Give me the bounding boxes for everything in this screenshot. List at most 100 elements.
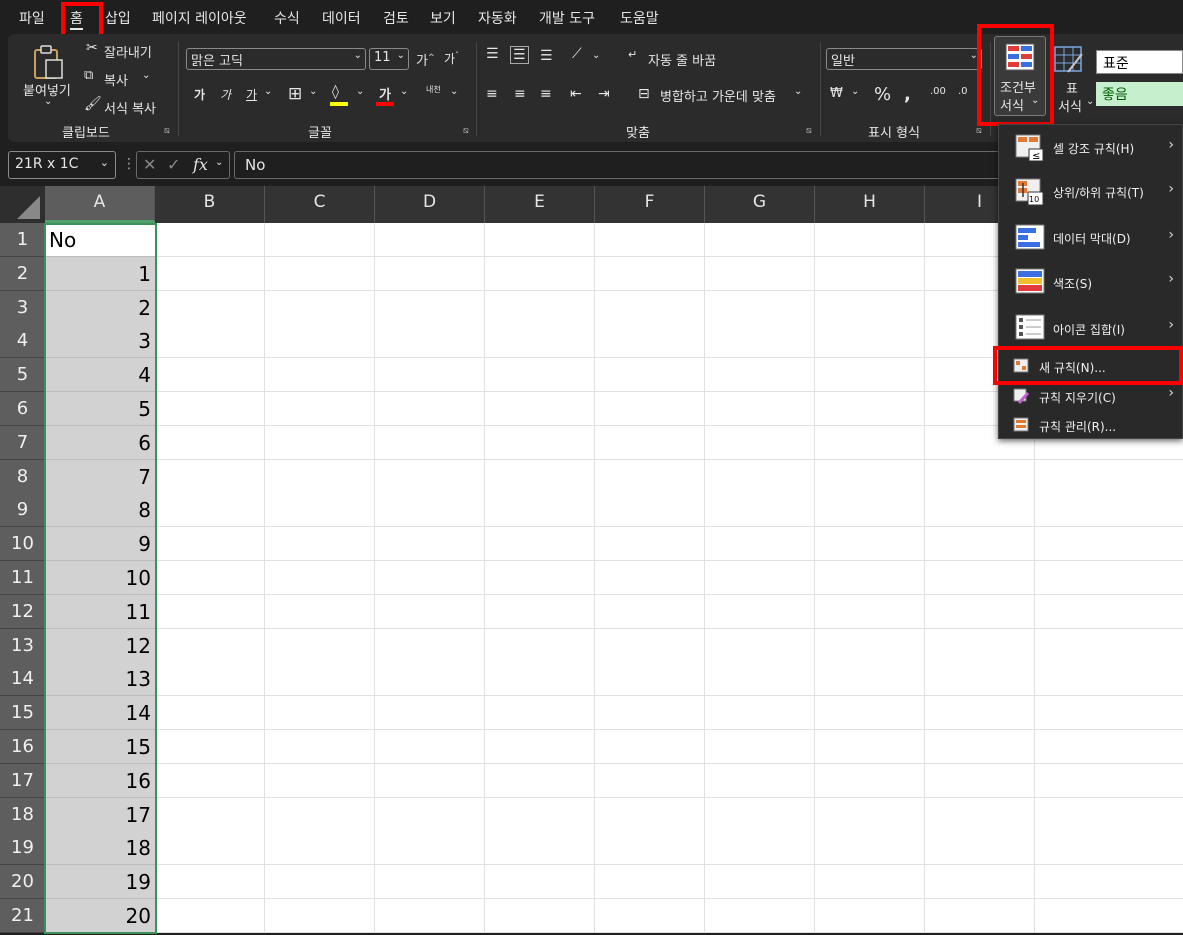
increase-font-button[interactable]: 가^ (416, 50, 435, 69)
cell-a[interactable]: 18 (45, 831, 155, 866)
empty-cells[interactable] (155, 594, 1183, 629)
percent-icon[interactable]: % (874, 84, 891, 105)
copy-button[interactable]: 복사 (104, 70, 128, 89)
empty-cells[interactable] (155, 527, 1183, 562)
row-header[interactable]: 6 (0, 392, 45, 426)
tab-review[interactable]: 검토 (383, 8, 409, 28)
row-header[interactable]: 13 (0, 628, 45, 663)
empty-cells[interactable] (155, 899, 1183, 933)
column-header-d[interactable]: D (375, 186, 485, 223)
column-header-e[interactable]: E (485, 186, 595, 223)
empty-cells[interactable] (155, 730, 1183, 764)
tab-help[interactable]: 도움말 (620, 8, 659, 28)
fill-color-button[interactable]: ◊ (330, 84, 350, 106)
column-header-f[interactable]: F (595, 186, 705, 223)
cell-a[interactable]: 8 (45, 493, 155, 528)
row-header[interactable]: 14 (0, 662, 45, 697)
cell-a[interactable]: 2 (45, 290, 155, 325)
style-normal[interactable]: 표준 (1096, 50, 1183, 74)
row-header[interactable]: 1 (0, 223, 45, 257)
dialog-launcher-icon[interactable]: ⧅ (976, 126, 982, 136)
menu-item-icon-sets[interactable]: 아이콘 집합(I) › (999, 307, 1183, 349)
increase-indent-icon[interactable]: ⇥ (598, 86, 610, 102)
row-header[interactable]: 16 (0, 730, 45, 764)
merge-center-button[interactable]: 병합하고 가운데 맞춤 (660, 86, 776, 105)
menu-item-clear-rules[interactable]: 규칙 지우기(C) › (999, 383, 1183, 409)
row-header[interactable]: 17 (0, 763, 45, 798)
empty-cells[interactable] (155, 865, 1183, 900)
row-header[interactable]: 19 (0, 831, 45, 866)
format-as-table-button[interactable]: 표 서식 ⌄ (1048, 42, 1094, 116)
format-painter-button[interactable]: 서식 복사 (104, 98, 156, 117)
select-all-button[interactable] (0, 186, 45, 223)
row-header[interactable]: 9 (0, 493, 45, 528)
style-good[interactable]: 좋음 (1096, 82, 1183, 106)
tab-insert[interactable]: 삽입 (105, 8, 131, 28)
empty-cells[interactable] (155, 763, 1183, 798)
enter-icon[interactable]: ✓ (167, 155, 180, 174)
menu-item-color-scales[interactable]: 색조(S) › (999, 261, 1183, 303)
empty-cells[interactable] (155, 493, 1183, 528)
phonetic-button[interactable]: 내천 (426, 84, 441, 95)
column-header-h[interactable]: H (815, 186, 925, 223)
accounting-format-icon[interactable]: ₩ (830, 86, 843, 101)
cell-a[interactable]: 19 (45, 865, 155, 900)
orientation-icon[interactable]: ⟋ (572, 46, 582, 62)
cell-a[interactable]: 6 (45, 425, 155, 460)
cell-a[interactable]: 7 (45, 459, 155, 494)
column-header-c[interactable]: C (265, 186, 375, 223)
cell-a[interactable]: 15 (45, 730, 155, 764)
dialog-launcher-icon[interactable]: ⧅ (164, 126, 170, 136)
insert-function-button[interactable]: fx (193, 155, 208, 174)
align-bottom-icon[interactable]: ☰ (540, 48, 553, 64)
tab-data[interactable]: 데이터 (322, 8, 361, 28)
font-color-button[interactable]: 가 (376, 84, 396, 106)
name-box[interactable]: 21R x 1C ⌄ (8, 151, 116, 179)
cell-a[interactable]: 4 (45, 358, 155, 393)
menu-item-top-bottom-rules[interactable]: 10 상위/하위 규칙(T) › (999, 171, 1183, 213)
row-header[interactable]: 4 (0, 324, 45, 359)
row-header[interactable]: 21 (0, 899, 45, 933)
align-middle-icon[interactable]: ☰ (510, 46, 529, 64)
row-header[interactable]: 15 (0, 696, 45, 731)
empty-cells[interactable] (155, 628, 1183, 663)
comma-style-icon[interactable]: , (904, 84, 911, 105)
conditional-formatting-button[interactable]: 조건부 서식 ⌄ (994, 36, 1046, 116)
tab-automate[interactable]: 자동화 (478, 8, 517, 28)
font-name-select[interactable]: 맑은 고딕 ⌄ (186, 48, 366, 70)
tab-developer[interactable]: 개발 도구 (539, 8, 595, 28)
empty-cells[interactable] (155, 561, 1183, 595)
cell-a[interactable]: 17 (45, 797, 155, 832)
row-header[interactable]: 10 (0, 527, 45, 562)
dialog-launcher-icon[interactable]: ⧅ (463, 126, 469, 136)
underline-button[interactable]: 가 (246, 86, 257, 103)
cell-a[interactable]: 14 (45, 696, 155, 731)
row-header[interactable]: 8 (0, 459, 45, 494)
decrease-decimal-icon[interactable]: .0 (958, 86, 968, 97)
row-header[interactable]: 7 (0, 425, 45, 460)
empty-cells[interactable] (155, 831, 1183, 866)
cell-a[interactable]: No (45, 223, 155, 257)
increase-decimal-icon[interactable]: .00 (930, 86, 946, 97)
tab-page-layout[interactable]: 페이지 레이아웃 (152, 8, 247, 28)
wrap-text-button[interactable]: 자동 줄 바꿈 (648, 50, 716, 69)
menu-item-highlight-rules[interactable]: ≤ 셀 강조 규칙(H) › (999, 127, 1183, 169)
row-header[interactable]: 2 (0, 256, 45, 291)
number-format-select[interactable]: 일반 ⌄ (826, 48, 982, 70)
cell-a[interactable]: 9 (45, 527, 155, 562)
cell-a[interactable]: 12 (45, 628, 155, 663)
decrease-font-button[interactable]: 가ˇ (444, 50, 459, 67)
empty-cells[interactable] (155, 662, 1183, 697)
align-center-icon[interactable]: ≡ (514, 86, 526, 102)
menu-item-manage-rules[interactable]: 규칙 관리(R)... (999, 412, 1183, 438)
cell-a[interactable]: 5 (45, 392, 155, 426)
cut-button[interactable]: 잘라내기 (104, 42, 152, 61)
cell-a[interactable]: 13 (45, 662, 155, 697)
tab-home[interactable]: 홈 (70, 8, 83, 30)
row-header[interactable]: 20 (0, 865, 45, 900)
align-right-icon[interactable]: ≡ (540, 86, 552, 102)
menu-item-new-rule[interactable]: 새 규칙(N)... (999, 353, 1183, 379)
tab-file[interactable]: 파일 (19, 8, 45, 28)
tab-formulas[interactable]: 수식 (274, 8, 300, 28)
cancel-icon[interactable]: ✕ (143, 155, 156, 174)
